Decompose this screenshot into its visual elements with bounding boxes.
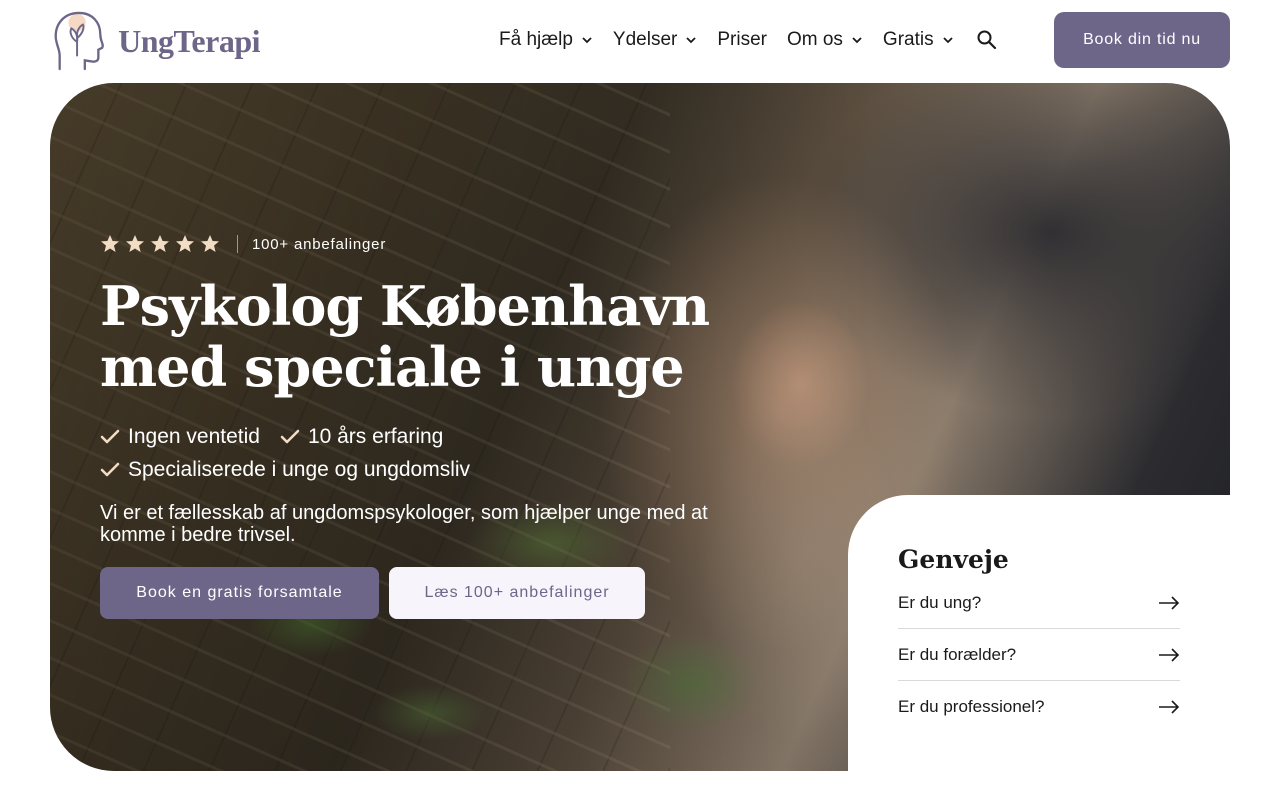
chevron-down-icon: [686, 37, 696, 44]
check-icon: [100, 462, 120, 476]
nav-item-priser[interactable]: Priser: [717, 29, 767, 51]
nav-item-label: Gratis: [882, 29, 934, 50]
star-icon: [151, 235, 169, 252]
shortcut-label: Er du forælder?: [898, 644, 1017, 664]
brand-name: UngTerapi: [118, 22, 260, 59]
rating-divider: [237, 235, 238, 253]
arrow-right-icon: [1159, 647, 1180, 662]
shortcuts-title: Genveje: [898, 545, 1009, 574]
arrow-right-icon: [1159, 700, 1180, 714]
check-icon: [100, 429, 120, 443]
check-icon: [280, 429, 300, 443]
hero-checklist: Ingen ventetid 10 års erfaring Specialis…: [100, 420, 490, 486]
check-item: Specialiserede i unge og ungdomsliv: [100, 458, 470, 482]
shortcuts-card: Genveje Er du ung? Er du forælder? Er du…: [848, 495, 1248, 785]
brand-logo[interactable]: UngTerapi: [50, 8, 260, 74]
shortcut-label: Er du ung?: [898, 592, 982, 612]
shortcut-list: Er du ung? Er du forælder? Er du profess…: [898, 577, 1180, 733]
nav-item-label: Få hjælp: [499, 29, 573, 50]
nav-item-label: Om os: [786, 29, 843, 50]
check-label: Ingen ventetid: [128, 424, 260, 448]
read-testimonials-button[interactable]: Læs 100+ anbefalinger: [389, 567, 645, 619]
chevron-down-icon: [942, 37, 953, 44]
site-header: UngTerapi Få hjælp Ydelser Priser Om os …: [0, 0, 1280, 82]
nav-item-gratis[interactable]: Gratis: [883, 29, 954, 51]
head-leaf-logo-icon: [54, 11, 104, 71]
rating-text: 100+ anbefalinger: [252, 235, 387, 253]
star-icon: [101, 235, 119, 252]
star-icon: [126, 235, 144, 252]
arrow-right-icon: [1159, 595, 1180, 610]
hero-title: Psykolog København med speciale i unge: [100, 274, 710, 399]
nav-item-faa-hjaelp[interactable]: Få hjælp: [499, 29, 593, 51]
nav-item-label: Priser: [717, 29, 767, 50]
chevron-down-icon: [582, 37, 592, 44]
check-label: 10 års erfaring: [307, 424, 444, 448]
book-free-consultation-button[interactable]: Book en gratis forsamtale: [100, 567, 379, 619]
star-icon: [201, 235, 219, 252]
check-item: Ingen ventetid: [100, 425, 260, 449]
nav-item-om-os[interactable]: Om os: [787, 29, 863, 51]
main-nav: Få hjælp Ydelser Priser Om os Gratis: [499, 26, 998, 54]
nav-item-label: Ydelser: [612, 29, 678, 50]
check-row: Specialiserede i unge og ungdomsliv: [100, 453, 490, 486]
shortcut-young[interactable]: Er du ung?: [898, 577, 1180, 629]
search-icon[interactable]: [976, 29, 998, 51]
check-row: Ingen ventetid 10 års erfaring: [100, 420, 490, 453]
hero-description: Vi er et fællesskab af ungdomspsykologer…: [100, 502, 708, 546]
check-label: Specialiserede i unge og ungdomsliv: [128, 457, 471, 481]
shortcut-professional[interactable]: Er du professionel?: [898, 681, 1180, 733]
book-now-button[interactable]: Book din tid nu: [1054, 12, 1230, 68]
rating-row: 100+ anbefalinger: [100, 232, 386, 256]
star-icon: [176, 235, 194, 252]
shortcut-label: Er du professionel?: [898, 697, 1045, 716]
chevron-down-icon: [852, 37, 862, 44]
nav-item-ydelser[interactable]: Ydelser: [613, 29, 697, 51]
shortcut-parent[interactable]: Er du forælder?: [898, 629, 1180, 681]
check-item: 10 års erfaring: [280, 425, 443, 449]
